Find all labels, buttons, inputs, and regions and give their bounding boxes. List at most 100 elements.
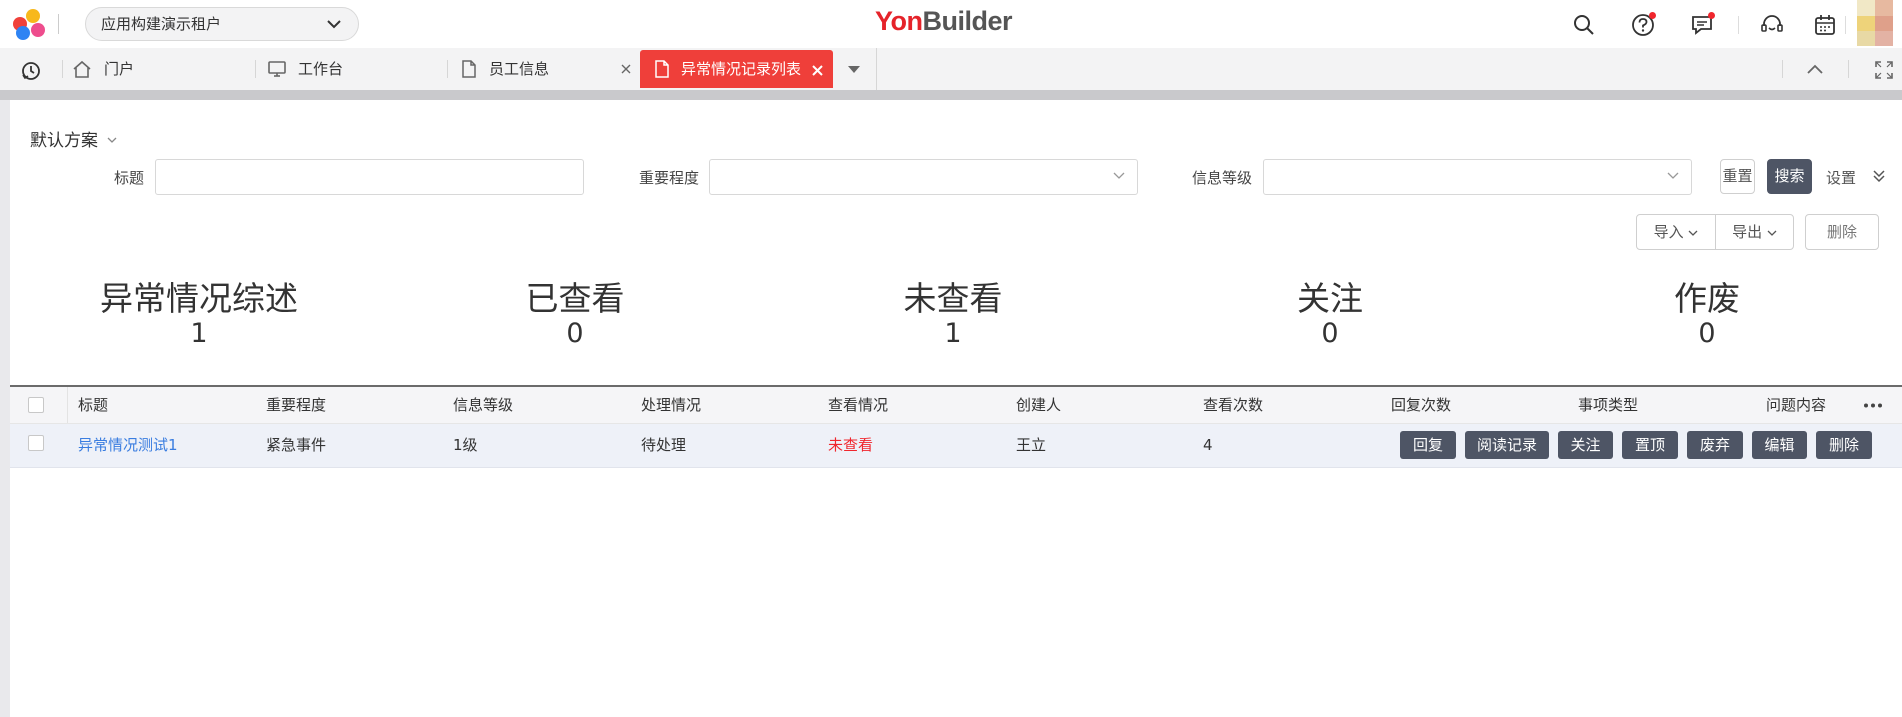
filter-plan-selector[interactable]: 默认方案: [30, 126, 117, 151]
export-label: 导出: [1732, 223, 1763, 241]
stat-void-title: 作废: [1674, 279, 1740, 318]
pin-top-button[interactable]: 置顶: [1622, 431, 1678, 459]
app-launcher-logo-icon[interactable]: [13, 9, 47, 40]
divider: [1845, 16, 1846, 34]
chevron-down-icon: [107, 137, 117, 143]
stat-summary-title: 异常情况综述: [100, 279, 298, 318]
stat-viewed-title: 已查看: [525, 279, 625, 318]
divider: [1848, 60, 1849, 78]
more-columns-icon[interactable]: [1863, 403, 1883, 408]
column-header[interactable]: 标题: [78, 387, 108, 423]
import-button[interactable]: 导入: [1636, 214, 1716, 250]
chevron-down-icon: [1667, 172, 1679, 179]
column-header[interactable]: 回复次数: [1391, 387, 1451, 423]
tenant-name: 应用构建演示租户: [101, 15, 222, 33]
column-header[interactable]: 处理情况: [641, 387, 701, 423]
row-view-count: 4: [1203, 436, 1213, 454]
home-icon: [73, 60, 91, 78]
search-button[interactable]: 搜索: [1767, 159, 1812, 194]
history-icon[interactable]: [20, 60, 42, 82]
main-content: 默认方案 标题 重要程度 信息等级 重置 搜索 设置 导入 导出 删除 异常情况…: [10, 100, 1902, 717]
document-icon: [462, 60, 476, 78]
column-header[interactable]: 事项类型: [1578, 387, 1638, 423]
row-delete-button[interactable]: 删除: [1816, 431, 1872, 459]
row-importance: 紧急事件: [266, 436, 327, 454]
search-icon[interactable]: [1571, 12, 1597, 38]
calendar-icon[interactable]: [1812, 12, 1838, 38]
content-top-strip: [0, 90, 1902, 100]
divider: [876, 48, 877, 90]
column-header[interactable]: 查看次数: [1203, 387, 1263, 423]
importance-filter-select[interactable]: [709, 159, 1138, 195]
column-header[interactable]: 创建人: [1016, 387, 1061, 423]
reset-button[interactable]: 重置: [1720, 159, 1755, 194]
tab-label: 工作台: [298, 60, 344, 78]
tab-workbench[interactable]: 工作台: [267, 48, 447, 90]
stat-followed-title: 关注: [1297, 279, 1363, 318]
close-icon[interactable]: [621, 64, 631, 74]
column-header[interactable]: 问题内容: [1766, 387, 1826, 423]
document-icon: [655, 60, 669, 78]
title-filter-label: 标题: [114, 169, 145, 187]
stat-viewed-value: 0: [566, 318, 584, 349]
stat-unviewed-title: 未查看: [903, 279, 1003, 318]
tab-label: 异常情况记录列表: [681, 60, 802, 78]
expand-double-chevron-icon[interactable]: [1872, 169, 1886, 183]
fullscreen-icon[interactable]: [1874, 60, 1894, 80]
select-all-checkbox[interactable]: [28, 397, 44, 413]
tab-overflow-caret-icon[interactable]: [846, 63, 862, 75]
column-header[interactable]: 重要程度: [266, 387, 326, 423]
edit-button[interactable]: 编辑: [1752, 431, 1807, 459]
table-row[interactable]: 异常情况测试1 紧急事件 1级 待处理 未查看 王立 4 回复 阅读记录 关注 …: [10, 424, 1902, 468]
settings-link[interactable]: 设置: [1826, 167, 1856, 188]
notification-dot: [1708, 12, 1715, 19]
tab-label: 员工信息: [489, 60, 550, 78]
column-header[interactable]: 查看情况: [828, 387, 888, 423]
notification-dot: [1649, 12, 1656, 19]
monitor-icon: [268, 61, 286, 77]
collapse-up-icon[interactable]: [1806, 63, 1824, 75]
delete-button[interactable]: 删除: [1805, 214, 1879, 250]
chevron-down-icon: [1688, 230, 1698, 236]
tab-exception-records[interactable]: 异常情况记录列表: [640, 50, 833, 88]
import-label: 导入: [1653, 223, 1684, 241]
export-button[interactable]: 导出: [1715, 214, 1794, 250]
brand-logo: YonBuilder: [875, 6, 1013, 36]
divider: [255, 60, 256, 78]
top-bar: 应用构建演示租户 YonBuilder: [0, 0, 1902, 48]
tab-bar: 门户 工作台 员工信息 异常情况记录列表: [0, 48, 1902, 91]
discard-button[interactable]: 废弃: [1687, 431, 1743, 459]
stat-void-value: 0: [1698, 318, 1716, 349]
stat-followed-value: 0: [1321, 318, 1339, 349]
reply-button[interactable]: 回复: [1400, 431, 1456, 459]
plan-label: 默认方案: [30, 131, 98, 151]
divider: [67, 387, 68, 423]
tab-portal[interactable]: 门户: [72, 48, 252, 90]
chevron-down-icon: [1767, 230, 1777, 236]
follow-button[interactable]: 关注: [1558, 431, 1613, 459]
tab-label: 门户: [104, 60, 135, 78]
stat-unviewed-value: 1: [944, 318, 962, 349]
row-level: 1级: [453, 436, 478, 454]
stat-summary-value: 1: [190, 318, 208, 349]
title-filter-input[interactable]: [155, 159, 584, 195]
row-view-status: 未查看: [828, 436, 874, 454]
divider: [58, 14, 59, 34]
tab-employee-info[interactable]: 员工信息: [460, 48, 635, 90]
tenant-selector[interactable]: 应用构建演示租户: [85, 7, 359, 41]
column-header[interactable]: 信息等级: [453, 387, 513, 423]
read-records-button[interactable]: 阅读记录: [1465, 431, 1549, 459]
customer-service-icon[interactable]: [1759, 12, 1785, 38]
avatar[interactable]: [1857, 0, 1893, 46]
importance-filter-label: 重要程度: [639, 169, 700, 187]
chevron-down-icon: [327, 20, 341, 29]
row-title-link[interactable]: 异常情况测试1: [78, 424, 178, 467]
table-header: 标题 重要程度 信息等级 处理情况 查看情况 创建人 查看次数 回复次数 事项类…: [10, 387, 1902, 424]
chevron-down-icon: [1113, 172, 1125, 179]
close-icon[interactable]: [812, 65, 823, 76]
row-checkbox[interactable]: [28, 435, 44, 451]
divider: [1738, 16, 1739, 34]
level-filter-select[interactable]: [1263, 159, 1692, 195]
row-creator: 王立: [1016, 436, 1047, 454]
divider: [447, 60, 448, 78]
